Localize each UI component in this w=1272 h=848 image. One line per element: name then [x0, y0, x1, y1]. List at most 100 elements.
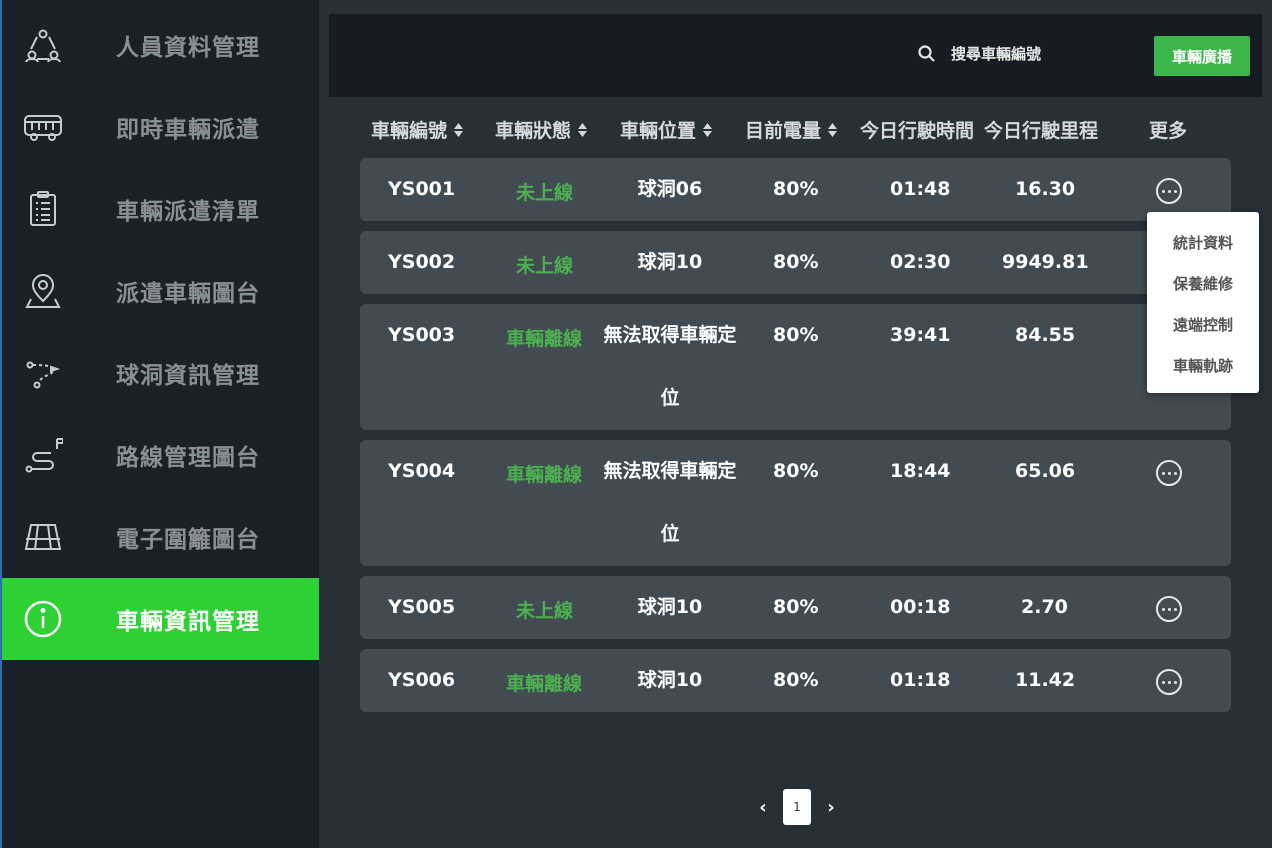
top-bar: 車輛廣播	[329, 14, 1262, 97]
sidebar-item-label: 路線管理圖台	[116, 445, 260, 471]
vehicle-status: 未上線	[516, 182, 574, 204]
table-row: YS005 未上線 球洞10 80% 00:18 2.70	[360, 576, 1231, 639]
vehicle-location: 球洞06	[637, 178, 703, 200]
battery-level: 80%	[773, 596, 819, 618]
drive-distance: 16.30	[1015, 178, 1076, 200]
column-header-id[interactable]: 車輛編號	[371, 116, 464, 143]
battery-level: 80%	[773, 178, 819, 200]
vehicle-status: 車輛離線	[506, 328, 583, 350]
drive-time: 01:48	[890, 178, 951, 200]
menu-item-statistics[interactable]: 統計資料	[1147, 232, 1259, 253]
vehicle-id: YS006	[388, 669, 456, 691]
sidebar-item-vehicle-info[interactable]: 車輛資訊管理	[2, 578, 321, 660]
vehicle-id: YS005	[388, 596, 456, 618]
vehicle-id: YS001	[388, 178, 456, 200]
main-content: 車輛廣播 車輛編號 車輛狀態 車輛位置 目前電量 今日行駛時間 今日行駛里程 更…	[319, 0, 1272, 848]
page-number[interactable]: 1	[783, 789, 811, 825]
drive-time: 00:18	[890, 596, 951, 618]
vehicle-location: 球洞10	[637, 596, 703, 618]
column-header-drive-time: 今日行駛時間	[860, 116, 974, 143]
sidebar-item-dispatch[interactable]: 即時車輛派遣	[2, 86, 321, 168]
vehicle-status: 車輛離線	[506, 673, 583, 695]
sort-icon[interactable]	[577, 121, 588, 139]
column-header-location[interactable]: 車輛位置	[620, 116, 713, 143]
battery-level: 80%	[773, 324, 819, 346]
sidebar-item-label: 車輛資訊管理	[116, 609, 260, 635]
fence-grid-icon	[22, 516, 64, 558]
pagination: ‹ 1 ›	[755, 789, 839, 825]
vehicle-location: 無法取得車輛定位	[603, 460, 737, 545]
search-icon	[918, 45, 935, 62]
search-box	[917, 44, 1131, 64]
vehicle-location: 球洞10	[637, 251, 703, 273]
sidebar-item-dispatch-list[interactable]: 車輛派遣清單	[2, 168, 321, 250]
vehicle-status: 車輛離線	[506, 464, 583, 486]
info-icon	[22, 598, 64, 640]
drive-distance: 9949.81	[1002, 251, 1089, 273]
sidebar-item-label: 派遣車輛圖台	[116, 281, 260, 307]
map-pin-icon	[22, 270, 64, 312]
column-header-label: 更多	[1149, 120, 1188, 142]
sidebar-item-label: 即時車輛派遣	[116, 117, 260, 143]
menu-item-maintenance[interactable]: 保養維修	[1147, 273, 1259, 294]
column-header-label: 車輛狀態	[495, 120, 572, 142]
battery-level: 80%	[773, 669, 819, 691]
battery-level: 80%	[773, 251, 819, 273]
vehicle-id: YS002	[388, 251, 456, 273]
column-header-battery[interactable]: 目前電量	[745, 116, 838, 143]
table-row: YS001 未上線 球洞06 80% 01:48 16.30	[360, 158, 1231, 221]
battery-level: 80%	[773, 460, 819, 482]
sidebar-item-label: 車輛派遣清單	[116, 199, 260, 225]
menu-item-remote-control[interactable]: 遠端控制	[1147, 314, 1259, 335]
drive-distance: 65.06	[1015, 460, 1076, 482]
column-header-label: 今日行駛里程	[984, 120, 1099, 142]
sidebar-item-label: 電子圍籬圖台	[116, 527, 260, 553]
more-options-icon[interactable]	[1156, 596, 1182, 622]
table-row: YS004 車輛離線 無法取得車輛定位 80% 18:44 65.06	[360, 440, 1231, 566]
sort-icon[interactable]	[827, 121, 838, 139]
column-header-label: 目前電量	[745, 120, 822, 142]
column-header-label: 車輛位置	[620, 120, 697, 142]
column-header-label: 車輛編號	[371, 120, 448, 142]
drive-time: 02:30	[890, 251, 951, 273]
vehicle-id: YS003	[388, 324, 456, 346]
prev-page-icon[interactable]: ‹	[755, 797, 771, 818]
sidebar-item-dispatch-map[interactable]: 派遣車輛圖台	[2, 250, 321, 332]
next-page-icon[interactable]: ›	[823, 797, 839, 818]
vehicle-id: YS004	[388, 460, 456, 482]
table-row: YS002 未上線 球洞10 80% 02:30 9949.81	[360, 231, 1231, 294]
column-header-distance: 今日行駛里程	[984, 116, 1098, 143]
clipboard-list-icon	[22, 188, 64, 230]
more-options-icon[interactable]	[1156, 178, 1182, 204]
golf-path-icon	[22, 352, 64, 394]
sidebar-item-route-map[interactable]: 路線管理圖台	[2, 414, 321, 496]
sidebar-item-label: 球洞資訊管理	[116, 363, 260, 389]
bus-icon	[22, 106, 64, 148]
sidebar-item-personnel[interactable]: 人員資料管理	[2, 4, 321, 86]
drive-time: 39:41	[890, 324, 951, 346]
search-input[interactable]	[951, 45, 1131, 63]
more-options-icon[interactable]	[1156, 669, 1182, 695]
sidebar-item-hole-info[interactable]: 球洞資訊管理	[2, 332, 321, 414]
drive-time: 01:18	[890, 669, 951, 691]
vehicle-location: 無法取得車輛定位	[603, 324, 737, 409]
sort-icon[interactable]	[702, 121, 713, 139]
column-header-label: 今日行駛時間	[860, 120, 975, 142]
drive-distance: 11.42	[1015, 669, 1076, 691]
more-options-menu: 統計資料 保養維修 遠端控制 車輛軌跡	[1147, 212, 1259, 393]
column-header-status[interactable]: 車輛狀態	[495, 116, 588, 143]
vehicle-location: 球洞10	[637, 669, 703, 691]
menu-item-vehicle-track[interactable]: 車輛軌跡	[1147, 355, 1259, 376]
vehicle-status: 未上線	[516, 255, 574, 277]
more-options-icon[interactable]	[1156, 460, 1182, 486]
sidebar-item-geofence-map[interactable]: 電子圍籬圖台	[2, 496, 321, 578]
drive-distance: 2.70	[1021, 596, 1068, 618]
table-row: YS003 車輛離線 無法取得車輛定位 80% 39:41 84.55	[360, 304, 1231, 430]
sort-icon[interactable]	[453, 121, 464, 139]
drive-distance: 84.55	[1015, 324, 1076, 346]
sidebar-item-label: 人員資料管理	[116, 35, 260, 61]
people-network-icon	[22, 24, 64, 66]
route-icon	[22, 434, 64, 476]
broadcast-button[interactable]: 車輛廣播	[1154, 36, 1250, 76]
table-row: YS006 車輛離線 球洞10 80% 01:18 11.42	[360, 649, 1231, 712]
